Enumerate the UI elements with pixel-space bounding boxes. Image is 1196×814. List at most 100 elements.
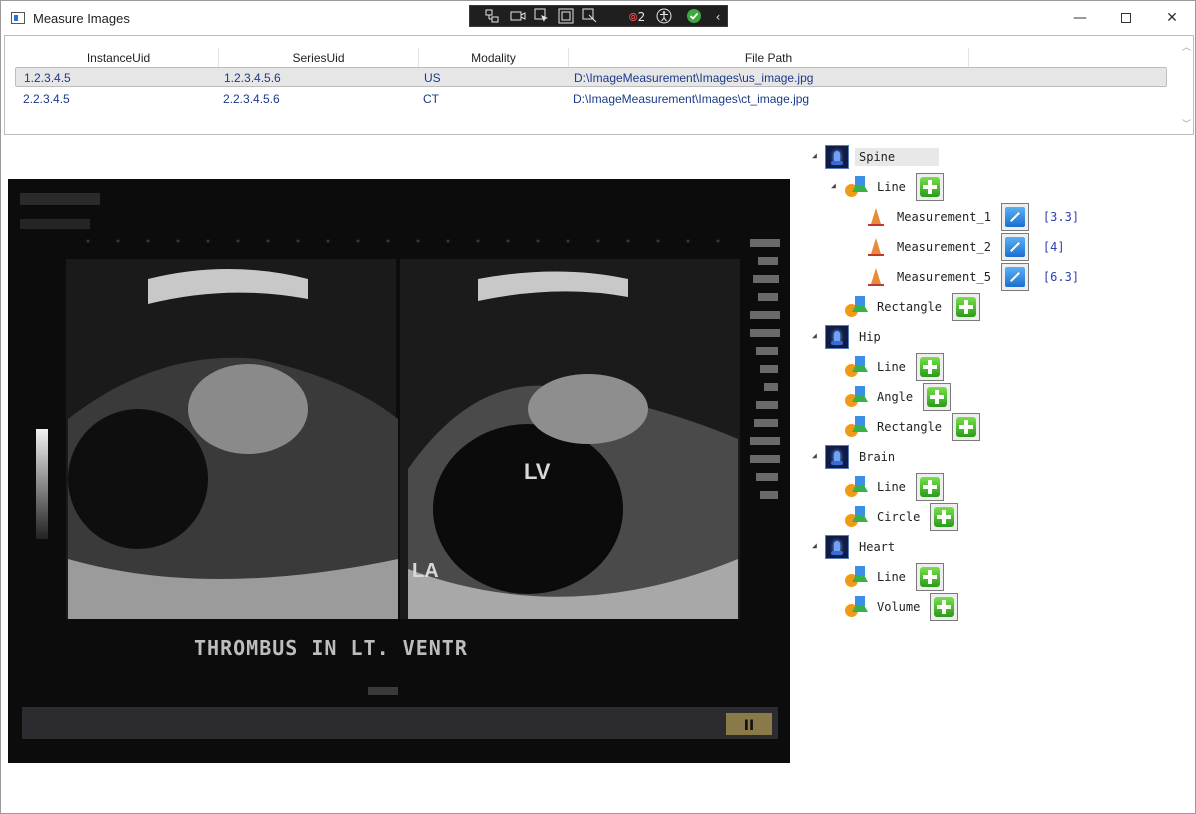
maximize-button[interactable] — [1103, 1, 1149, 35]
edit-icon — [1004, 237, 1025, 257]
select-element-icon[interactable] — [532, 8, 552, 26]
heart-category-icon — [825, 535, 849, 559]
tree-type-line[interactable]: Line — [845, 563, 944, 591]
add-measurement-button[interactable] — [923, 383, 952, 411]
measurement-label: Measurement_1 — [897, 210, 991, 224]
cell-seriesuid: 1.2.3.4.5.6 — [224, 71, 281, 85]
add-measurement-button[interactable] — [930, 503, 959, 531]
type-label: Line — [877, 180, 906, 194]
expand-line-icon[interactable]: ◢ — [831, 181, 841, 191]
tree-category-spine[interactable]: Spine — [825, 143, 940, 171]
plus-icon — [956, 297, 977, 317]
plus-icon — [919, 177, 940, 197]
expand-brain-icon[interactable]: ◢ — [812, 451, 822, 461]
error-icon: ⦾ — [628, 11, 638, 24]
tree-type-line[interactable]: Line — [845, 473, 944, 501]
shape-type-icon — [845, 506, 868, 528]
hip-category-icon — [825, 325, 849, 349]
add-measurement-button[interactable] — [952, 293, 981, 321]
tree-type-rectangle[interactable]: Rectangle — [845, 413, 981, 441]
collapse-chevron-icon[interactable]: ‹ — [708, 8, 728, 26]
table-row[interactable]: 1.2.3.4.5 1.2.3.4.5.6 US D:\ImageMeasure… — [15, 67, 1167, 87]
measurement-label: Measurement_2 — [897, 240, 991, 254]
tree-category-brain[interactable]: Brain — [825, 443, 899, 471]
grid-vertical-scrollbar[interactable]: ︿ ﹀ — [1181, 38, 1191, 132]
selection-fill — [899, 148, 940, 166]
shape-type-icon — [845, 416, 868, 438]
measurement-icon — [865, 206, 887, 228]
type-label: Rectangle — [877, 420, 943, 434]
tree-measurement[interactable]: Measurement_5 [6.3] — [865, 263, 1079, 291]
tree-type-angle[interactable]: Angle — [845, 383, 952, 411]
tree-category-heart[interactable]: Heart — [825, 533, 899, 561]
camera-icon[interactable] — [508, 8, 528, 26]
tree-category-hip[interactable]: Hip — [825, 323, 885, 351]
cell-file-path: D:\ImageMeasurement\Images\us_image.jpg — [574, 71, 814, 85]
edit-measurement-button[interactable] — [1000, 263, 1029, 291]
expand-hip-icon[interactable]: ◢ — [812, 331, 822, 341]
shape-type-icon — [845, 176, 868, 198]
add-measurement-button[interactable] — [930, 593, 959, 621]
category-label: Hip — [859, 330, 881, 344]
measurement-tree: ◢ Spine ◢ Line Measurement_1 [3.3] Measu… — [807, 141, 1187, 641]
checkmark-icon[interactable] — [684, 8, 704, 26]
add-measurement-button[interactable] — [915, 353, 944, 381]
layout-adorner-icon[interactable] — [556, 8, 576, 26]
table-row[interactable]: 2.2.3.4.5 2.2.3.4.5.6 CT D:\ImageMeasure… — [15, 89, 1167, 109]
tree-type-line[interactable]: Line — [845, 353, 944, 381]
column-header-instanceuid[interactable]: InstanceUid — [19, 48, 219, 68]
add-measurement-button[interactable] — [915, 563, 944, 591]
type-label: Line — [877, 480, 906, 494]
scroll-down-icon[interactable]: ﹀ — [1182, 117, 1191, 130]
plus-icon — [934, 597, 955, 617]
brain-category-icon — [825, 445, 849, 469]
tree-type-circle[interactable]: Circle — [845, 503, 959, 531]
spine-category-icon — [825, 145, 849, 169]
main-window: Measure Images — ✕ ⦾2 ‹ InstanceUid Seri… — [0, 0, 1196, 814]
expand-spine-icon[interactable]: ◢ — [812, 151, 822, 161]
track-focus-icon[interactable] — [580, 8, 600, 26]
minimize-button[interactable]: — — [1057, 1, 1103, 35]
cell-instanceuid: 1.2.3.4.5 — [24, 71, 71, 85]
edit-measurement-button[interactable] — [1000, 233, 1029, 261]
measurement-label: Measurement_5 — [897, 270, 991, 284]
measurement-value: [3.3] — [1042, 210, 1080, 224]
add-measurement-button[interactable] — [915, 173, 944, 201]
binding-errors-badge[interactable]: ⦾2 — [622, 8, 652, 26]
type-label: Rectangle — [877, 300, 943, 314]
measurement-icon — [865, 266, 887, 288]
column-header-modality[interactable]: Modality — [419, 48, 569, 68]
type-label: Circle — [877, 510, 921, 524]
label-lv: LV — [524, 459, 551, 484]
shape-type-icon — [845, 596, 868, 618]
tree-type-rectangle[interactable]: Rectangle — [845, 293, 981, 321]
type-label: Line — [877, 360, 906, 374]
maximize-icon — [1121, 13, 1131, 23]
measurement-icon — [865, 236, 887, 258]
plus-icon — [956, 417, 977, 437]
accessibility-icon[interactable] — [654, 8, 674, 26]
tree-type-volume[interactable]: Volume — [845, 593, 959, 621]
measurement-image[interactable]: LV LA THROMBUS IN LT. VENTR II — [8, 179, 790, 763]
edit-measurement-button[interactable] — [1000, 203, 1029, 231]
tree-measurement[interactable]: Measurement_1 [3.3] — [865, 203, 1079, 231]
edit-icon — [1004, 267, 1025, 287]
image-caption: THROMBUS IN LT. VENTR — [194, 636, 468, 660]
plus-icon — [919, 567, 940, 587]
type-label: Angle — [877, 390, 914, 404]
add-measurement-button[interactable] — [952, 413, 981, 441]
ultrasound-image: LV LA THROMBUS IN LT. VENTR II — [8, 179, 790, 763]
live-tree-icon[interactable] — [482, 8, 502, 26]
scroll-up-icon[interactable]: ︿ — [1182, 40, 1191, 53]
column-header-seriesuid[interactable]: SeriesUid — [219, 48, 419, 68]
close-button[interactable]: ✕ — [1149, 1, 1195, 35]
add-measurement-button[interactable] — [915, 473, 944, 501]
cell-instanceuid: 2.2.3.4.5 — [23, 92, 70, 106]
tree-type-line[interactable]: Line — [845, 173, 944, 201]
expand-heart-icon[interactable]: ◢ — [812, 541, 822, 551]
tree-measurement[interactable]: Measurement_2 [4] — [865, 233, 1065, 261]
column-header-file-path[interactable]: File Path — [569, 48, 969, 68]
shape-type-icon — [845, 566, 868, 588]
shape-type-icon — [845, 476, 868, 498]
app-window-icon — [11, 12, 25, 24]
